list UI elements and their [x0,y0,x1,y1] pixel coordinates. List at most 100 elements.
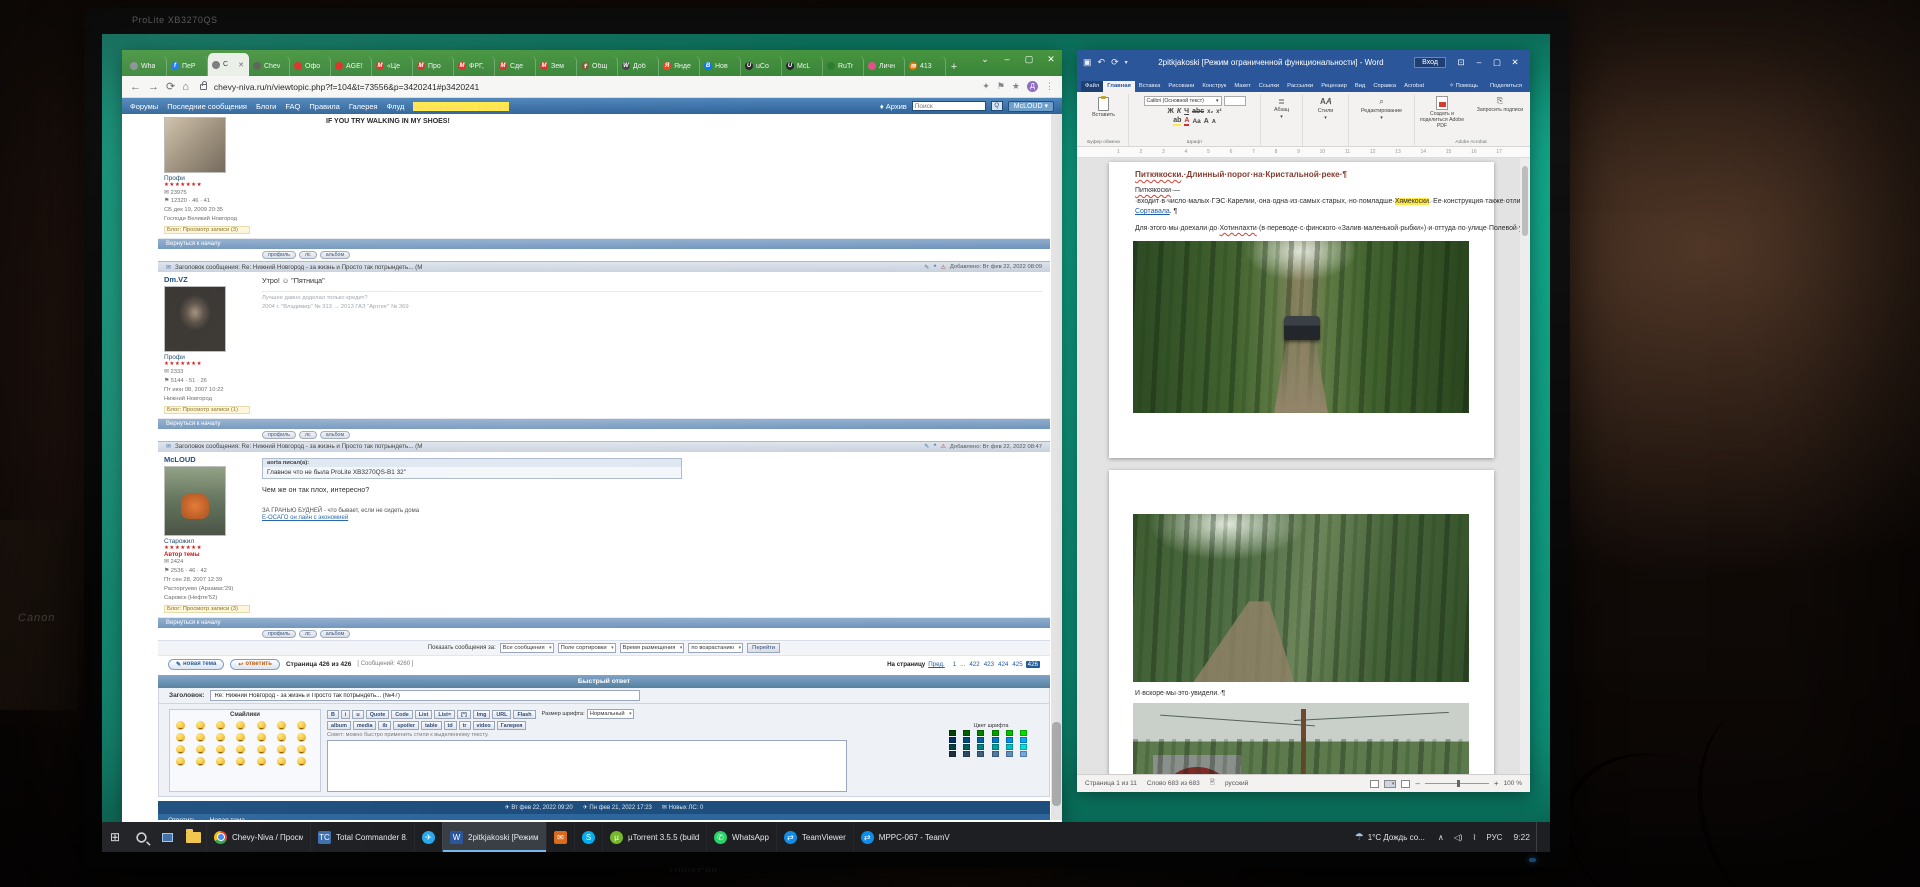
color-swatch[interactable] [1006,744,1013,750]
strikethrough-button[interactable]: abc [1192,108,1204,115]
grow-font-button[interactable]: А [1204,118,1209,125]
taskbar-app-telegram[interactable]: ✈ [414,822,442,852]
blog-link[interactable]: Блог: Просмотр записи (3) [164,226,250,234]
quick-access-chevron-icon[interactable]: ▾ [1125,59,1128,66]
color-swatch[interactable] [992,744,999,750]
share-button[interactable]: Поделиться [1486,81,1526,92]
browser-tab[interactable]: MПро [413,56,454,76]
word-tab-конструк[interactable]: Конструк [1198,81,1230,92]
browser-tab[interactable]: M«Це [372,56,413,76]
word-tab-справка[interactable]: Справка [1369,81,1400,92]
quote-icon[interactable]: ❝ [933,443,936,450]
reload-icon[interactable]: ⟳ [166,80,175,93]
superscript-button[interactable]: x² [1216,109,1221,115]
word-tab-макет[interactable]: Макет [1230,81,1254,92]
avatar[interactable] [164,466,226,536]
flag-icon[interactable]: ⚑ [997,81,1005,92]
smiley-icon[interactable] [216,733,225,742]
tray-chevron-icon[interactable]: ∧ [1433,833,1449,842]
smiley-icon[interactable] [297,721,306,730]
smiley-icon[interactable] [277,721,286,730]
taskbar-app-whatsapp[interactable]: ✆WhatsApp [706,822,776,852]
taskbar-app-utorrent[interactable]: µµTorrent 3.5.5 (build ... [602,822,706,852]
sort-field-select[interactable]: Поле сортировки [558,643,616,653]
page-number[interactable]: 1 [952,661,957,668]
action-center-button[interactable] [1536,822,1550,852]
forum-nav-link[interactable]: Последние сообщения [167,102,247,111]
create-pdf-button[interactable]: Создать и поделиться Adobe PDF [1416,96,1468,129]
bbcode-button[interactable]: Code [391,710,412,719]
taskbar-app-word[interactable]: W2pitkjakoski [Режим... [442,822,546,852]
lock-icon[interactable] [200,84,207,90]
paste-button[interactable]: Вставить [1090,95,1117,120]
user-menu-button[interactable]: McLOUD ▾ [1008,101,1054,112]
sort-time-select[interactable]: Время размещения [620,643,685,653]
report-icon[interactable]: ⚠ [940,264,945,271]
color-swatch[interactable] [1020,751,1027,757]
color-swatch[interactable] [949,751,956,757]
smiley-icon[interactable] [216,757,225,766]
smiley-icon[interactable] [196,733,205,742]
reply-button[interactable]: ↩ ответить [230,659,280,670]
browser-tab[interactable]: AGE! [331,56,372,76]
start-button[interactable]: ⊞ [102,822,128,852]
read-mode-icon[interactable] [1370,780,1379,788]
blog-link[interactable]: Блог: Просмотр записи (3) [164,605,250,613]
post-subject[interactable]: Заголовок сообщения: Re: Нижний Новгород… [175,264,920,271]
bbcode-button[interactable]: album [327,721,351,730]
color-swatch[interactable] [992,737,999,743]
weather-widget[interactable]: ☂ 1°C Дождь со... [1347,822,1433,852]
color-swatch[interactable] [1020,737,1027,743]
page-number[interactable]: ... [959,661,966,668]
browser-tab[interactable]: C✕ [208,53,249,76]
browser-scrollbar[interactable] [1051,114,1062,820]
color-swatch[interactable] [1020,744,1027,750]
smiley-icon[interactable] [196,757,205,766]
color-swatch[interactable] [949,737,956,743]
redo-icon[interactable]: ⟳ [1111,57,1119,68]
extension-icon[interactable]: ✦ [982,81,990,92]
document-page-1[interactable]: Питкякоски.·Длинный·порог·на·Кристальной… [1109,162,1494,458]
new-topic-button[interactable]: ✎ новая тема [168,659,224,670]
smiley-icon[interactable] [257,757,266,766]
taskbar-app-tc[interactable]: TCTotal Commander 8.0... [310,822,414,852]
album-button[interactable]: альбом [320,431,350,439]
browser-profile-avatar[interactable]: Д [1027,81,1038,92]
browser-tab[interactable]: MСде [495,56,536,76]
taskbar-search-icon[interactable] [128,822,154,852]
undo-icon[interactable]: ↶ [1098,57,1106,68]
color-swatch[interactable] [977,751,984,757]
browser-tab[interactable]: Офо [290,56,331,76]
language-indicator[interactable]: русский [1225,780,1248,787]
color-swatch[interactable] [1006,730,1013,736]
new-tab-button[interactable]: + [946,60,962,76]
profile-button[interactable]: профиль [262,431,296,439]
word-ruler[interactable]: 1234567891011121314151617 [1077,147,1530,158]
bbcode-button[interactable]: video [473,721,495,730]
browser-profile-chevron-icon[interactable]: ⌄ [974,50,996,68]
underline-button[interactable]: Ч [1184,108,1189,115]
back-to-top-bar[interactable]: Вернуться к началу [158,239,1050,249]
color-swatch[interactable] [977,737,984,743]
bold-button[interactable]: Ж [1168,108,1174,115]
browser-tab[interactable]: Chev [249,56,290,76]
smiley-icon[interactable] [236,745,245,754]
avatar[interactable] [164,117,226,173]
color-swatch[interactable] [992,751,999,757]
save-icon[interactable]: ▣ [1083,57,1092,68]
back-icon[interactable]: ← [130,81,141,93]
word-tab-рецензир[interactable]: Рецензир [1317,81,1351,92]
page-number[interactable]: 422 [968,661,980,668]
reply-link[interactable]: Ответить [168,817,196,820]
smiley-icon[interactable] [277,733,286,742]
smiley-icon[interactable] [216,721,225,730]
smiley-icon[interactable] [277,745,286,754]
file-explorer-icon[interactable] [180,822,206,852]
word-tab-рассылки[interactable]: Рассылки [1283,81,1317,92]
subscript-button[interactable]: x₂ [1207,109,1213,115]
bbcode-button[interactable]: td [444,721,457,730]
quote-icon[interactable]: ❝ [933,264,936,271]
ribbon-display-icon[interactable]: ⊡ [1452,57,1470,68]
smiley-icon[interactable] [196,721,205,730]
help-tab[interactable]: ✧ Помощь [1445,81,1482,92]
